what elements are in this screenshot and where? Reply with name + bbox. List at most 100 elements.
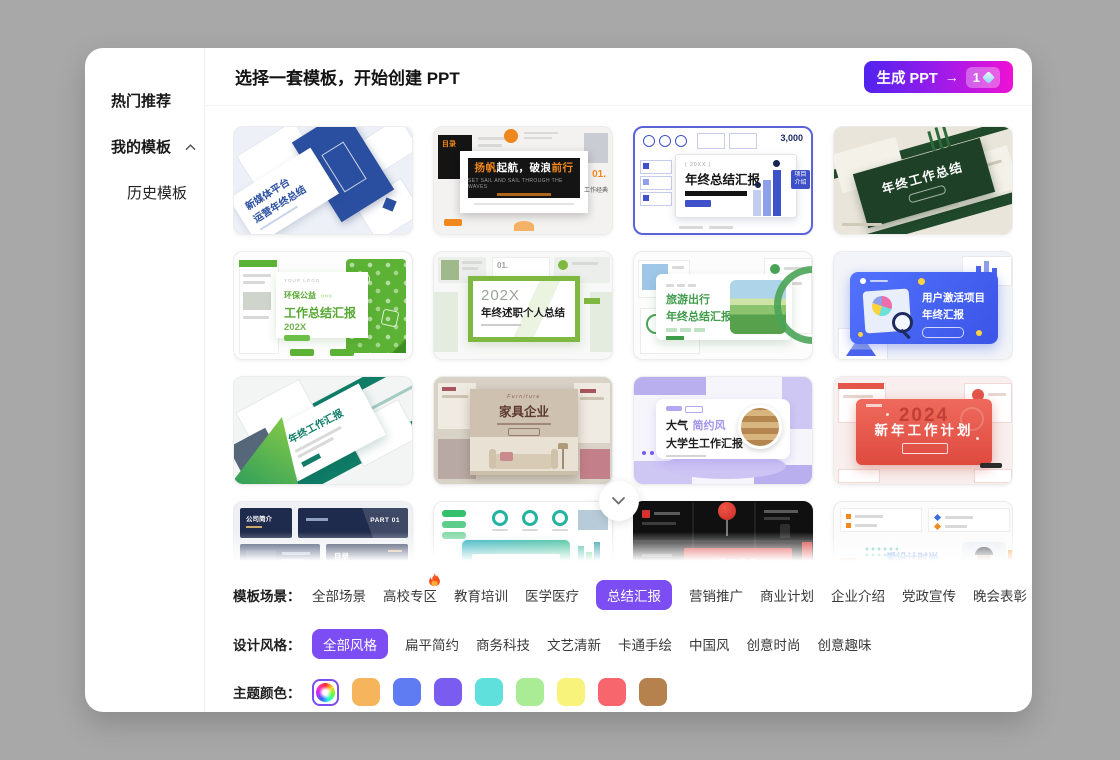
color-swatch-yellow[interactable] [557, 678, 585, 706]
style-chip-fun[interactable]: 创意趣味 [818, 634, 872, 654]
sidebar-item-my-templates[interactable]: 我的模板 [111, 136, 204, 157]
main-content: 选择一套模板，开始创建 PPT 生成 PPT → 1 [205, 48, 1032, 712]
template-title: 爱设计时尚 [886, 550, 952, 565]
template-title: 新年工作计划 [856, 419, 992, 439]
template-title: 公司简介 [246, 513, 292, 523]
filter-row-color: 主题颜色： [233, 678, 1032, 706]
template-card-12[interactable]: 2024 新年工作计划 [833, 376, 1013, 485]
style-chip-all[interactable]: 全部风格 [312, 629, 388, 659]
generate-label: 生成 PPT [877, 67, 938, 88]
template-card-11[interactable]: 大气 简约风 大学生工作汇报 [633, 376, 813, 485]
template-title: 扬帆 [475, 162, 497, 174]
template-title: 简约风 [692, 420, 725, 432]
template-subtitle: Furniture [470, 394, 578, 400]
page-title: 选择一套模板，开始创建 PPT [235, 64, 460, 89]
filter-label-scene: 模板场景： [233, 585, 312, 605]
template-title: 大气 [666, 420, 688, 432]
color-swatch-blue[interactable] [393, 678, 421, 706]
credit-count: 1 [973, 70, 980, 85]
template-card-15[interactable]: “项目复盘” 年终总结汇报 [633, 501, 813, 566]
template-title: 年终总结汇报 [666, 308, 732, 324]
color-swatch-cyan[interactable] [475, 678, 503, 706]
style-chip-fresh[interactable]: 文艺清新 [547, 634, 601, 654]
template-title: 目录 [334, 551, 349, 562]
filter-row-style: 设计风格： 全部风格 扁平简约 商务科技 文艺清新 卡通手绘 中国风 创意时尚 … [233, 629, 1032, 659]
template-subtitle: PART 01 [370, 517, 400, 524]
scene-chip-education[interactable]: 教育培训 [454, 585, 508, 605]
template-title: 旅游出行 [666, 291, 732, 307]
template-corner: 01. [592, 169, 606, 180]
template-brand: 环保公益 [284, 291, 316, 300]
style-chip-tech[interactable]: 商务科技 [476, 634, 530, 654]
template-number: 1 [846, 564, 850, 566]
template-title: 起航，破浪 [497, 162, 552, 174]
template-year: 202X [284, 322, 368, 333]
content-header: 选择一套模板，开始创建 PPT 生成 PPT → 1 [205, 48, 1032, 106]
color-swatch-red[interactable] [598, 678, 626, 706]
scene-chip-gala[interactable]: 晚会表彰 [973, 585, 1027, 605]
template-card-16[interactable]: 1 爱设计时尚 行业洞察报告 [833, 501, 1013, 566]
scene-chip-summary[interactable]: 总结汇报 [596, 580, 672, 610]
scene-chip-company[interactable]: 企业介绍 [831, 585, 885, 605]
filter-label-style: 设计风格： [233, 634, 312, 654]
style-chip-cartoon[interactable]: 卡通手绘 [618, 634, 672, 654]
template-title: 家具企业 [470, 401, 578, 420]
color-swatch-brown[interactable] [639, 678, 667, 706]
scene-chip-all[interactable]: 全部场景 [312, 585, 366, 605]
template-card-4[interactable]: 年终工作总结 [833, 126, 1013, 235]
template-year: 202X [481, 287, 575, 304]
load-more-button[interactable] [599, 481, 639, 521]
credit-badge: 1 [966, 67, 1000, 88]
page: { "ui": { "accent": "#7b4df2", "button_g… [0, 0, 1120, 760]
template-title: 前行 [552, 162, 574, 174]
template-stat: 3,000 [780, 133, 803, 143]
template-title: 年终述职个人总结 [481, 305, 575, 320]
chevron-down-icon [611, 496, 626, 506]
filter-row-scene: 模板场景： 全部场景 高校专区 教育培训 医学医疗 总结汇报 营销推广 商业计划 [233, 580, 1032, 610]
template-picker-panel: 热门推荐 我的模板 历史模板 选择一套模板，开始创建 PPT 生成 PPT → … [85, 48, 1032, 712]
gem-icon [982, 71, 995, 84]
sidebar: 热门推荐 我的模板 历史模板 [85, 48, 205, 712]
scene-chip-campus[interactable]: 高校专区 [383, 585, 437, 605]
scene-chip-party[interactable]: 党政宣传 [902, 585, 956, 605]
template-caption: SET SAIL AND SAIL THROUGH THE WAVES [468, 178, 580, 190]
template-title: “项目复盘” [711, 556, 765, 566]
template-card-1[interactable]: 新媒体平台 运营年终总结 [233, 126, 413, 235]
template-card-3[interactable]: 3,000 ( 20XX ) 年终总结汇报 [633, 126, 813, 235]
style-chip-chinese[interactable]: 中国风 [689, 634, 730, 654]
template-card-10[interactable]: Furniture 家具企业 [433, 376, 613, 485]
filter-section: 模板场景： 全部场景 高校专区 教育培训 医学医疗 总结汇报 营销推广 商业计划 [205, 566, 1032, 706]
sidebar-item-history[interactable]: 历史模板 [127, 182, 204, 203]
template-title: 用户激活项目 [922, 290, 985, 305]
generate-ppt-button[interactable]: 生成 PPT → 1 [864, 61, 1013, 93]
template-card-8[interactable]: 用户激活项目 年终汇报 [833, 251, 1013, 360]
color-swatch-green[interactable] [516, 678, 544, 706]
color-wheel-swatch[interactable] [312, 679, 339, 706]
color-swatch-purple[interactable] [434, 678, 462, 706]
scene-chip-marketing[interactable]: 营销推广 [689, 585, 743, 605]
sidebar-item-label: 我的模板 [111, 136, 171, 157]
template-card-7[interactable]: 旅游出行 年终总结汇报 [633, 251, 813, 360]
template-card-5[interactable]: YOUR LOGO 环保公益 »»» 工作总结汇报 202X [233, 251, 413, 360]
template-card-9[interactable]: 年终工作汇报 [233, 376, 413, 485]
template-card-14[interactable]: 广告投放年度目标制定 [433, 501, 613, 566]
template-title: 年终汇报 [922, 307, 985, 322]
filter-label-color: 主题颜色： [233, 682, 312, 702]
template-card-6[interactable]: 01. 202X 年终述职个人总结 [433, 251, 613, 360]
style-chip-fashion[interactable]: 创意时尚 [747, 634, 801, 654]
color-wheel-icon [316, 683, 335, 702]
style-chip-flat[interactable]: 扁平简约 [405, 634, 459, 654]
color-swatch-orange[interactable] [352, 678, 380, 706]
template-corner: 01. [497, 261, 508, 270]
template-title: 工作总结汇报 [284, 304, 368, 321]
template-tag: 项目介绍 [791, 170, 810, 189]
arrow-icon: → [945, 69, 959, 85]
chevron-up-icon [185, 143, 196, 151]
chip-label: 高校专区 [383, 589, 437, 604]
fire-icon [427, 572, 442, 587]
scene-chip-business[interactable]: 商业计划 [760, 585, 814, 605]
template-card-2[interactable]: 目录 扬帆起航，破浪前行 SET SAIL AND SAIL THROU [433, 126, 613, 235]
template-card-13[interactable]: 公司简介 PART 01 目录 [233, 501, 413, 566]
scene-chip-medical[interactable]: 医学医疗 [525, 585, 579, 605]
sidebar-item-hot[interactable]: 热门推荐 [111, 90, 204, 111]
